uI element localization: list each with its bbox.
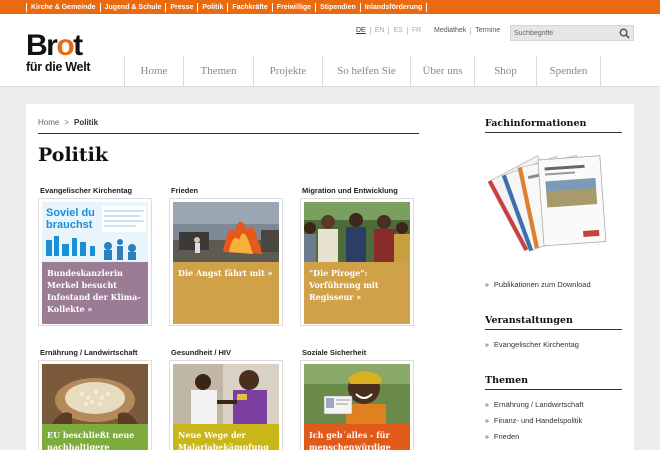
top-link-kirche[interactable]: Kirche & Gemeinde [26, 2, 100, 12]
util-mediathek[interactable]: Mediathek [434, 27, 470, 35]
teaser-image-kirchentag: Soviel du brauchst [42, 202, 148, 262]
search-input[interactable] [513, 26, 617, 40]
teaser-image-gesundheit [173, 364, 279, 424]
top-link-presse[interactable]: Presse [165, 2, 197, 12]
header-divider [0, 86, 660, 87]
nav-ueber-uns[interactable]: Über uns [411, 56, 475, 86]
teaser-caption-ernaehrung[interactable]: EU beschließt neue nachhaltigere [42, 424, 148, 450]
sidebar-link-frieden-label: Frieden [493, 432, 520, 441]
sidebar-link-frieden[interactable]: » Frieden [485, 432, 519, 441]
lang-de[interactable]: DE [356, 27, 370, 35]
teaser-caption-gesundheit[interactable]: Neue Wege der Malariabekämpfung [173, 424, 279, 450]
teaser-caption-frieden[interactable]: Die Angst fährt mit » [173, 262, 279, 324]
sidebar-link-publikationen[interactable]: » Publikationen zum Download [485, 280, 591, 289]
teaser-card-gesundheit[interactable]: Neue Wege der Malariabekämpfung [169, 360, 283, 450]
breadcrumb: Home > Politik [38, 118, 98, 127]
arrow-icon: » [485, 402, 489, 409]
main-navigation: Home Themen Projekte So helfen Sie Über … [124, 56, 601, 86]
teaser-image-soziale-sicherheit [304, 364, 410, 424]
brand-logo[interactable]: Brot für die Welt [26, 29, 108, 76]
page-title: Politik [38, 144, 109, 166]
top-link-inland[interactable]: Inlandsförderung [359, 2, 428, 12]
nav-so-helfen-sie[interactable]: So helfen Sie [323, 56, 411, 86]
top-link-fachkraefte[interactable]: Fachkräfte [227, 2, 271, 12]
lang-fr[interactable]: FR [406, 27, 425, 35]
top-link-politik[interactable]: Politik [197, 2, 227, 12]
teaser-card-migration[interactable]: "Die Piroge": Vorführung mit Regisseur » [300, 198, 414, 326]
teaser-image-ernaehrung [42, 364, 148, 424]
top-link-stipendien[interactable]: Stipendien [315, 2, 360, 12]
nav-projekte[interactable]: Projekte [254, 56, 323, 86]
teaser-caption-migration[interactable]: "Die Piroge": Vorführung mit Regisseur » [304, 262, 410, 324]
teaser-card-kirchentag[interactable]: Soviel du brauchst Bundeskanzlerin Merke… [38, 198, 152, 326]
logo-word-fuer-die-welt: für die Welt [26, 60, 91, 74]
teaser-image-frieden [173, 202, 279, 262]
sidebar-heading-fachinformationen: Fachinformationen [485, 118, 587, 129]
sidebar-link-publikationen-label: Publikationen zum Download [493, 280, 591, 289]
lang-es[interactable]: ES [388, 27, 406, 35]
site-header: Brot für die Welt DE EN ES FR Mediathek … [0, 14, 660, 86]
tile-label-gesundheit: Gesundheit / HIV [171, 348, 232, 357]
sidebar-link-finanz[interactable]: » Finanz- und Handelspolitik [485, 416, 582, 425]
top-link-jugend[interactable]: Jugend & Schule [99, 2, 166, 12]
sidebar-divider-1 [485, 132, 622, 133]
sidebar-link-kirchentag-label: Evangelischer Kirchentag [493, 340, 579, 349]
breadcrumb-divider [38, 133, 419, 134]
teaser-caption-kirchentag[interactable]: Bundeskanzlerin Merkel besucht Infostand… [42, 262, 148, 324]
breadcrumb-separator: > [64, 118, 70, 127]
sidebar-link-ernaehrung-label: Ernährung / Landwirtschaft [493, 400, 584, 409]
util-termine[interactable]: Termine [470, 27, 504, 35]
teaser-card-frieden[interactable]: Die Angst fährt mit » [169, 198, 283, 326]
breadcrumb-current: Politik [74, 118, 99, 127]
sidebar-heading-themen: Themen [485, 375, 529, 386]
nav-shop[interactable]: Shop [475, 56, 537, 86]
breadcrumb-home[interactable]: Home [38, 118, 59, 127]
top-bar-links: Kirche & Gemeinde Jugend & Schule Presse… [0, 0, 660, 14]
top-link-freiwillige[interactable]: Freiwillige [271, 2, 315, 12]
arrow-icon: » [485, 282, 489, 289]
tile-label-kirchentag: Evangelischer Kirchentag [40, 186, 133, 195]
content-panel: Home > Politik Politik Evangelischer Kirch… [26, 104, 634, 450]
top-bar: Kirche & Gemeinde Jugend & Schule Presse… [0, 0, 660, 14]
arrow-icon: » [485, 434, 489, 441]
language-switcher: DE EN ES FR [356, 27, 425, 35]
arrow-icon: » [485, 418, 489, 425]
nav-themen[interactable]: Themen [184, 56, 254, 86]
tile-label-ernaehrung: Ernährung / Landwirtschaft [40, 348, 138, 357]
tile-label-soziale-sicherheit: Soziale Sicherheit [302, 348, 367, 357]
tile-label-migration: Migration und Entwicklung [302, 186, 398, 195]
logo-word-brot: Brot [26, 29, 83, 62]
sidebar-link-ernaehrung[interactable]: » Ernährung / Landwirtschaft [485, 400, 584, 409]
sidebar-divider-3 [485, 389, 622, 390]
nav-home[interactable]: Home [125, 56, 184, 86]
utility-links: Mediathek Termine [434, 27, 504, 35]
poster-text-2: brauchst [46, 219, 93, 231]
teaser-caption-soziale-sicherheit[interactable]: Ich geb´alles - für menschenwürdige [304, 424, 410, 450]
search-icon[interactable] [619, 28, 630, 39]
search-box [510, 25, 634, 41]
tile-label-frieden: Frieden [171, 186, 199, 195]
sidebar-link-kirchentag[interactable]: » Evangelischer Kirchentag [485, 340, 579, 349]
poster-text-1: Soviel du [46, 207, 95, 219]
publications-image[interactable] [482, 146, 608, 268]
nav-spenden[interactable]: Spenden [537, 56, 601, 86]
teaser-card-soziale-sicherheit[interactable]: Ich geb´alles - für menschenwürdige [300, 360, 414, 450]
sidebar-link-finanz-label: Finanz- und Handelspolitik [493, 416, 583, 425]
sidebar-divider-2 [485, 329, 622, 330]
lang-en[interactable]: EN [369, 27, 389, 35]
sidebar-heading-veranstaltungen: Veranstaltungen [485, 315, 573, 326]
teaser-image-migration [304, 202, 410, 262]
teaser-card-ernaehrung[interactable]: EU beschließt neue nachhaltigere [38, 360, 152, 450]
arrow-icon: » [485, 342, 489, 349]
